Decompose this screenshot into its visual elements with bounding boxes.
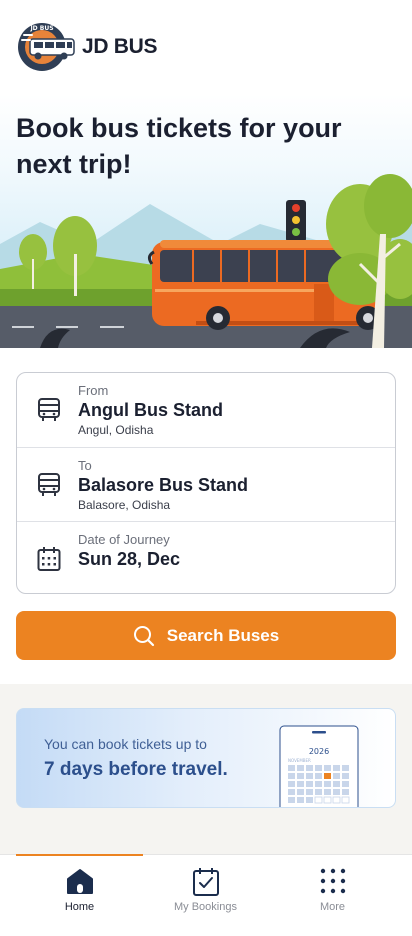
hero-banner: Book bus tickets for your next trip! — [0, 94, 412, 348]
nav-my-bookings-label: My Bookings — [174, 901, 237, 913]
search-icon — [133, 625, 154, 646]
date-value: Sun 28, Dec — [78, 549, 181, 569]
grid-icon — [320, 868, 345, 894]
booking-window-banner: You can book tickets up to 7 days before… — [16, 708, 396, 808]
from-label: From — [78, 383, 109, 398]
booking-window-text: You can book tickets up to — [44, 736, 207, 752]
search-card: From Angul Bus Stand Angul, Odisha To Ba… — [16, 372, 396, 594]
bookings-icon — [192, 868, 219, 896]
calendar-month: NOVEMBER — [288, 758, 311, 763]
hero-title: Book bus tickets for your next trip! — [16, 113, 342, 179]
from-station-place: Angul, Odisha — [78, 423, 154, 437]
search-buses-button[interactable]: Search Buses — [16, 611, 396, 660]
to-field[interactable]: To Balasore Bus Stand Balasore, Odisha — [17, 447, 395, 521]
calendar-illustration: 2026 NOVEMBER — [279, 725, 359, 807]
date-label: Date of Journey — [78, 532, 170, 547]
from-station-name: Angul Bus Stand — [78, 400, 223, 420]
app-logo: JD BUS — [16, 21, 78, 73]
from-field[interactable]: From Angul Bus Stand Angul, Odisha — [17, 373, 395, 447]
nav-my-bookings[interactable]: My Bookings — [137, 855, 274, 936]
to-station-place: Balasore, Odisha — [78, 498, 171, 512]
nav-more-label: More — [319, 901, 346, 913]
booking-window-highlight: 7 days before travel. — [44, 759, 228, 780]
calendar-year: 2026 — [309, 747, 329, 756]
nav-more[interactable]: More — [264, 855, 401, 936]
bus-icon — [37, 472, 61, 498]
home-icon — [66, 869, 93, 894]
nav-home-label: Home — [64, 901, 95, 913]
app-header: JD BUS JD BUS — [0, 0, 412, 94]
logo-text: JD BUS — [29, 25, 53, 32]
app-name: JD BUS — [82, 35, 158, 58]
search-buses-label: Search Buses — [166, 625, 280, 645]
nav-home[interactable]: Home — [11, 855, 148, 936]
to-station-name: Balasore Bus Stand — [78, 475, 249, 495]
bus-icon — [37, 397, 61, 423]
to-label: To — [78, 458, 92, 473]
bottom-navigation: Home My Bookings More — [0, 854, 412, 936]
date-field[interactable]: Date of Journey Sun 28, Dec — [17, 521, 395, 595]
calendar-icon — [37, 546, 61, 572]
